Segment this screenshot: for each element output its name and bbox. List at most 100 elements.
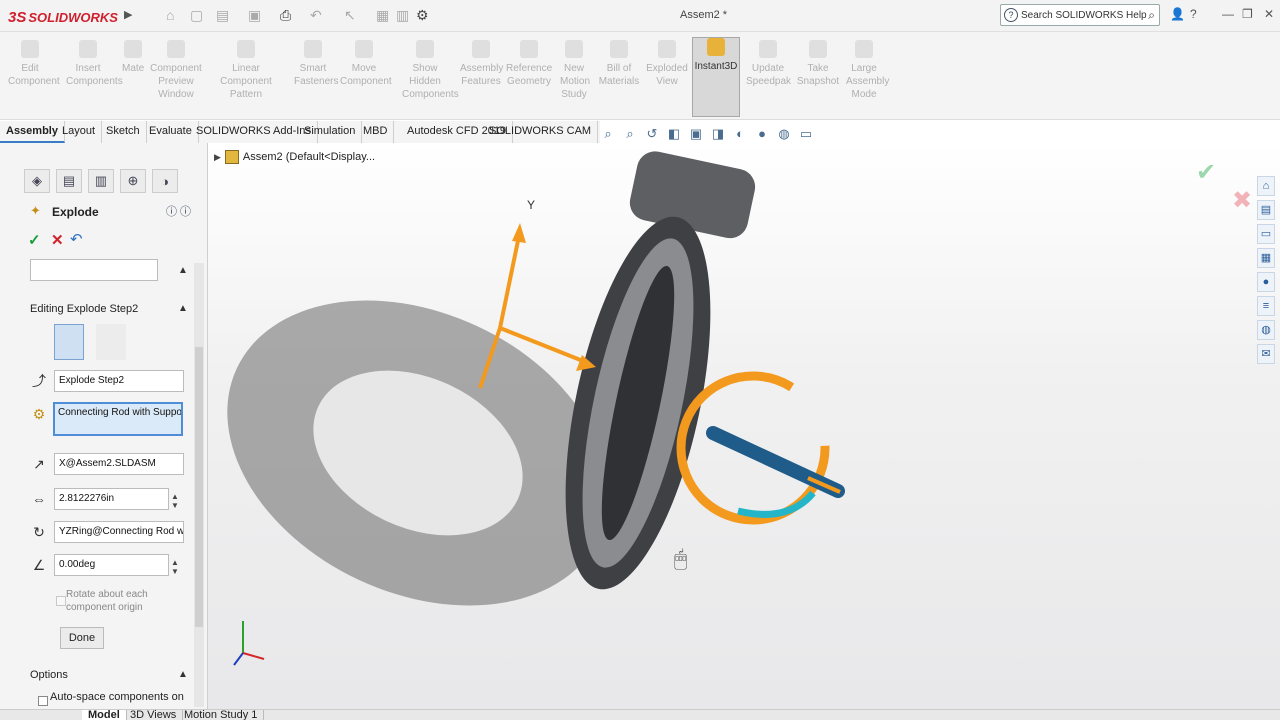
- expand-arrow-icon[interactable]: ▶: [214, 152, 221, 163]
- distance-spinner-icon[interactable]: ▲ ▼: [171, 492, 179, 510]
- rotation-axis-field[interactable]: YZRing@Connecting Rod with: [54, 521, 184, 543]
- property-manager-tab-icon[interactable]: ▤: [56, 169, 82, 193]
- support-bracket: [629, 151, 756, 239]
- file-explorer-icon[interactable]: ▭: [1257, 224, 1275, 244]
- appearances-icon[interactable]: ●: [1257, 272, 1275, 292]
- forum-icon[interactable]: ✉: [1257, 344, 1275, 364]
- hide-show-items-icon[interactable]: ◐: [732, 126, 748, 142]
- select-icon[interactable]: ↖: [344, 7, 356, 24]
- command-show-hidden-components-button[interactable]: Show Hidden Components: [402, 40, 459, 101]
- edit-appearance-icon[interactable]: ●: [754, 126, 770, 142]
- command-new-motion-study-button[interactable]: New Motion Study: [560, 40, 590, 101]
- regular-explode-step-button[interactable]: [54, 324, 84, 360]
- explode-direction-field[interactable]: X@Assem2.SLDASM: [54, 453, 184, 475]
- rotation-angle-input[interactable]: 0.00deg: [54, 554, 169, 576]
- command-smart-fasteners-button[interactable]: Smart Fasteners: [294, 40, 338, 88]
- save-icon[interactable]: ▣: [248, 7, 261, 24]
- undo-icon[interactable]: ↶: [310, 7, 322, 24]
- bottom-tab-3d-views[interactable]: 3D Views: [124, 710, 184, 720]
- new-document-icon[interactable]: ▢: [190, 7, 203, 24]
- command-exploded-view-button[interactable]: Exploded View: [646, 40, 688, 88]
- solidworks-resources-icon[interactable]: ◍: [1257, 320, 1275, 340]
- dimxpert-manager-tab-icon[interactable]: ⊕: [120, 169, 146, 193]
- tab-sketch[interactable]: Sketch: [100, 121, 147, 143]
- command-take-snapshot-button[interactable]: Take Snapshot: [796, 40, 840, 88]
- command-edit-component-button[interactable]: Edit Component: [8, 40, 60, 88]
- cancel-button[interactable]: ✕: [51, 231, 64, 249]
- home-task-icon[interactable]: ⌂: [1257, 176, 1275, 196]
- ok-button[interactable]: ✓: [28, 231, 41, 249]
- tab-mbd[interactable]: MBD: [357, 121, 395, 143]
- undo-button[interactable]: ↶: [70, 230, 83, 248]
- components-selection-box[interactable]: Connecting Rod with Support: [53, 402, 183, 436]
- command-bill-of-materials-button[interactable]: Bill of Materials: [598, 40, 640, 88]
- wheel-assembly[interactable]: [538, 146, 759, 604]
- triad-y-axis[interactable]: [498, 230, 522, 329]
- view-palette-icon[interactable]: ▦: [1257, 248, 1275, 268]
- feature-manager-tab-icon[interactable]: ◈: [24, 169, 50, 193]
- section-view-icon[interactable]: ◧: [666, 126, 682, 142]
- command-linear-component-pattern-button[interactable]: Linear Component Pattern: [208, 40, 284, 101]
- collapse-caret-icon[interactable]: ▲: [178, 303, 188, 314]
- search-help-input[interactable]: ? Search SOLIDWORKS Help ⌕: [1000, 4, 1160, 26]
- collapse-caret-icon[interactable]: ▲: [178, 265, 188, 276]
- tab-solidworks-cam[interactable]: SOLIDWORKS CAM: [483, 121, 599, 143]
- property-manager-scrollbar[interactable]: [194, 263, 204, 707]
- done-button[interactable]: Done: [60, 627, 104, 649]
- command-insert-components-button[interactable]: Insert Components: [66, 40, 123, 88]
- custom-properties-icon[interactable]: ≡: [1257, 296, 1275, 316]
- command-instant3d-button[interactable]: Instant3D: [692, 37, 740, 117]
- zoom-to-fit-icon[interactable]: ⌕: [600, 126, 616, 142]
- tab-layout[interactable]: Layout: [56, 121, 103, 143]
- scrollbar-thumb[interactable]: [195, 347, 203, 627]
- command-component-preview-window-button[interactable]: Component Preview Window: [150, 40, 202, 101]
- bottom-tab-model[interactable]: Model: [82, 710, 127, 720]
- collapse-caret-icon[interactable]: ▲: [178, 669, 188, 680]
- view-settings-icon[interactable]: ▭: [798, 126, 814, 142]
- minimize-icon[interactable]: —: [1222, 7, 1234, 21]
- tab-simulation[interactable]: Simulation: [298, 121, 363, 143]
- triad-y-arrow[interactable]: [512, 223, 526, 243]
- auto-space-checkbox[interactable]: [38, 696, 48, 706]
- help-icon[interactable]: ⓘ ⓘ: [166, 203, 191, 219]
- bottom-tab-motion-study-1[interactable]: Motion Study 1: [178, 710, 265, 720]
- command-mate-button[interactable]: Mate: [122, 40, 144, 75]
- display-style-icon[interactable]: ◨: [710, 126, 726, 142]
- rotate-about-origin-checkbox[interactable]: [56, 596, 66, 606]
- radial-explode-step-button[interactable]: [96, 324, 126, 360]
- graphics-area[interactable]: Y: [208, 143, 1280, 709]
- options-gear-icon[interactable]: ⚙: [416, 7, 429, 24]
- confirm-cancel-icon[interactable]: ✖: [1232, 186, 1252, 215]
- menu-expand-arrow-icon[interactable]: ▶: [124, 8, 138, 24]
- solidworks-logo[interactable]: 3S SOLIDWORKS: [8, 6, 118, 28]
- command-update-speedpak-button[interactable]: Update Speedpak: [746, 40, 791, 88]
- feature-tree-flyout[interactable]: ▶ Assem2 (Default<Display...: [214, 150, 375, 164]
- rebuild-icon[interactable]: ▦: [376, 7, 389, 24]
- apply-scene-icon[interactable]: ◍: [776, 126, 792, 142]
- configuration-manager-tab-icon[interactable]: ▥: [88, 169, 114, 193]
- command-reference-geometry-button[interactable]: Reference Geometry: [506, 40, 552, 88]
- zoom-to-area-icon[interactable]: ⌕: [622, 126, 638, 142]
- print-icon[interactable]: ⎙: [280, 7, 291, 24]
- command-large-assembly-mode-button[interactable]: Large Assembly Mode: [846, 40, 889, 101]
- display-manager-tab-icon[interactable]: ◑: [152, 169, 178, 193]
- open-icon[interactable]: ▤: [216, 7, 229, 24]
- confirm-ok-icon[interactable]: ✔: [1196, 158, 1216, 187]
- restore-icon[interactable]: ❐: [1242, 7, 1253, 21]
- command-move-component-button[interactable]: Move Component: [340, 40, 392, 88]
- close-icon[interactable]: ✕: [1264, 7, 1274, 21]
- search-icon[interactable]: ⌕: [1148, 8, 1155, 23]
- command-assembly-features-button[interactable]: Assembly Features: [460, 40, 503, 88]
- design-library-icon[interactable]: ▤: [1257, 200, 1275, 220]
- angle-spinner-icon[interactable]: ▲ ▼: [171, 558, 179, 576]
- help-icon[interactable]: ?: [1190, 7, 1197, 21]
- title-bar: 3S SOLIDWORKS ▶ ⌂ ▢ ▤ ▣ ⎙ ↶ ↖ ▦ ▥ ⚙ Asse…: [0, 0, 1280, 32]
- user-icon[interactable]: 👤: [1170, 7, 1185, 21]
- home-icon[interactable]: ⌂: [166, 7, 174, 23]
- explode-steps-list[interactable]: [30, 259, 158, 281]
- file-properties-icon[interactable]: ▥: [396, 7, 409, 24]
- explode-distance-input[interactable]: 2.8122276in: [54, 488, 169, 510]
- view-orientation-icon[interactable]: ▣: [688, 126, 704, 142]
- step-name-field[interactable]: Explode Step2: [54, 370, 184, 392]
- previous-view-icon[interactable]: ↺: [644, 126, 660, 142]
